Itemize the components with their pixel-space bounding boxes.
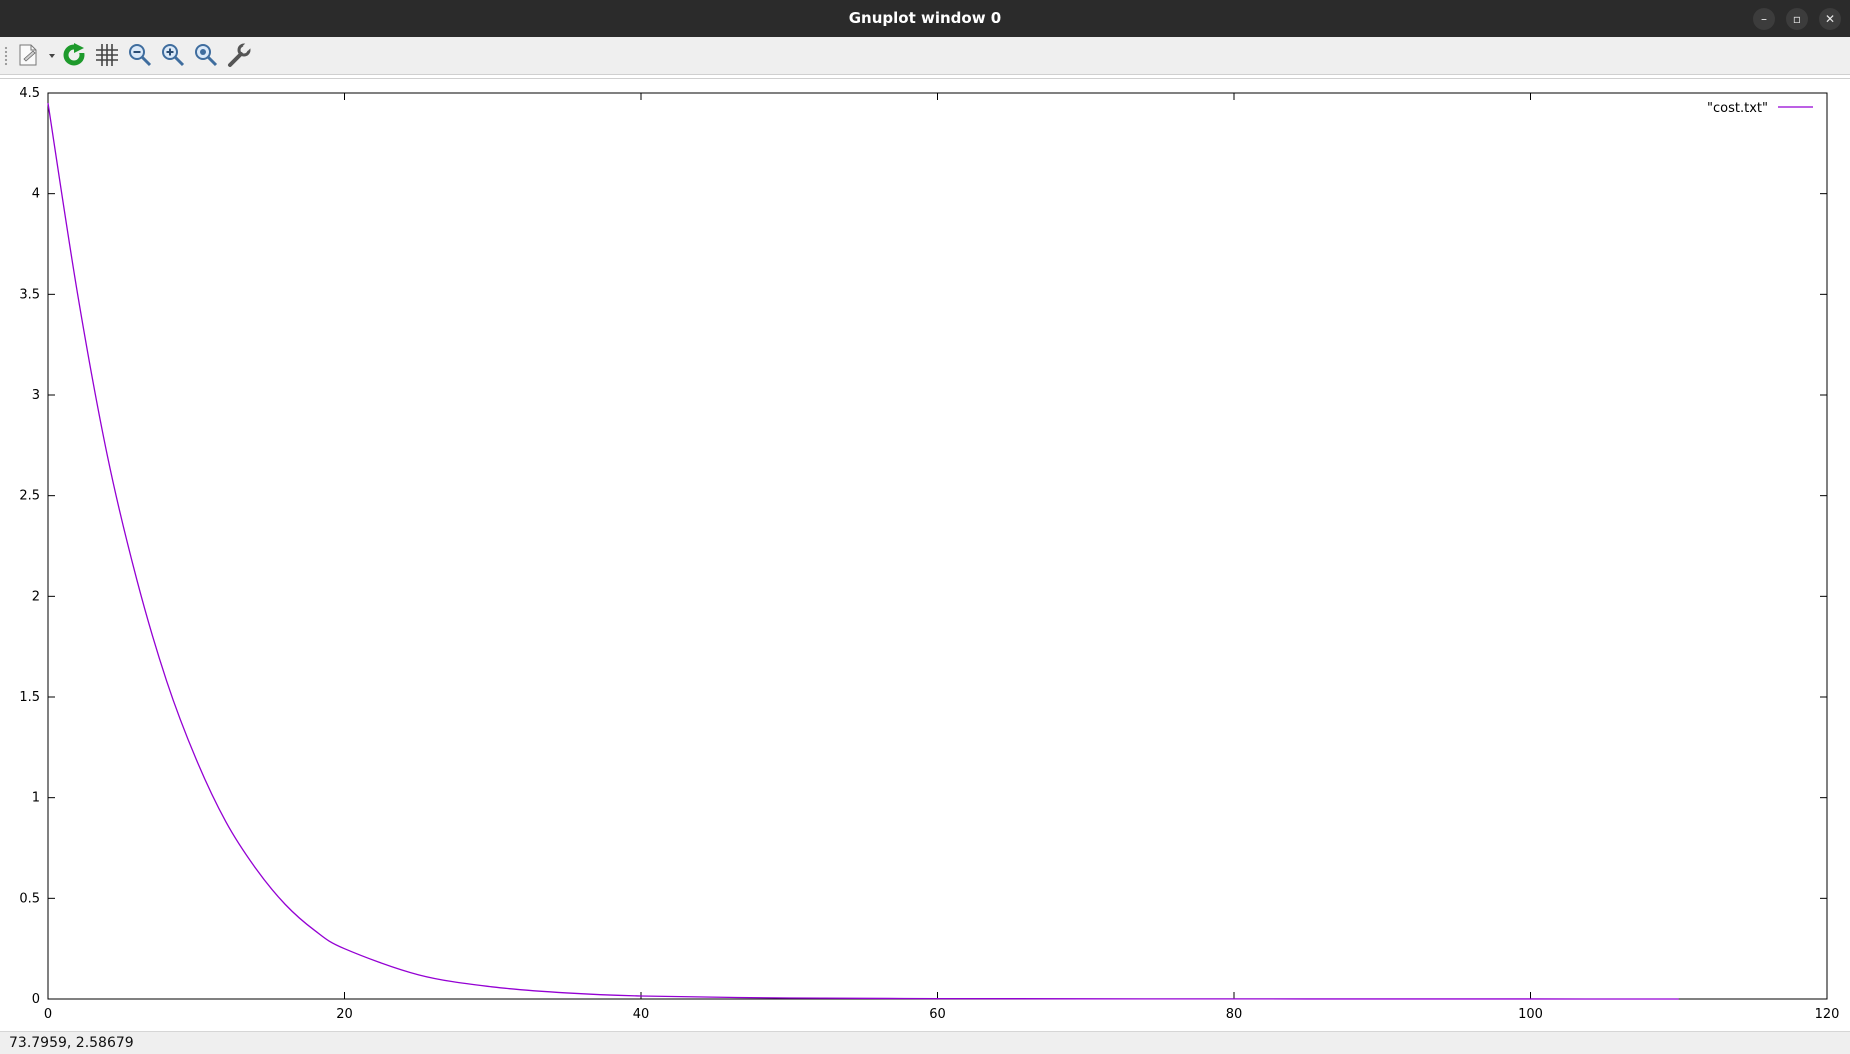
- x-tick-label: 60: [929, 1007, 946, 1022]
- x-tick-label: 120: [1815, 1007, 1840, 1022]
- close-button[interactable]: ✕: [1819, 8, 1841, 30]
- y-tick-label: 4: [32, 187, 40, 202]
- toolbar-grip: [4, 46, 8, 66]
- copy-export-icon: [19, 44, 55, 66]
- y-tick-label: 4.5: [19, 86, 40, 101]
- series-line-0: [47, 102, 1679, 1000]
- status-bar: 73.7959, 2.58679: [0, 1031, 1850, 1054]
- series-group: [47, 102, 1679, 1000]
- legend: "cost.txt": [1707, 101, 1813, 116]
- coordinate-readout: 73.7959, 2.58679: [9, 1035, 134, 1051]
- grid-button[interactable]: [92, 41, 122, 69]
- copy-export-button[interactable]: [14, 41, 56, 69]
- title-bar: Gnuplot window 0 – ▫ ✕: [0, 0, 1850, 37]
- settings-wrench-icon: [228, 42, 252, 67]
- toolbar: [0, 37, 1850, 75]
- zoom-previous-button[interactable]: [125, 41, 155, 69]
- autoscale-icon: [195, 44, 218, 67]
- settings-button[interactable]: [224, 41, 254, 69]
- y-tick-label: 1.5: [19, 690, 40, 705]
- y-tick-label: 1: [32, 791, 40, 806]
- legend-label: "cost.txt": [1707, 101, 1768, 116]
- plot-border: [47, 92, 1828, 1000]
- window-title: Gnuplot window 0: [848, 9, 1002, 27]
- y-tick-label: 2: [32, 589, 40, 604]
- y-tick-label: 3: [32, 388, 40, 403]
- x-tick-label: 100: [1518, 1007, 1543, 1022]
- x-tick-label: 0: [44, 1007, 52, 1022]
- x-tick-label: 80: [1226, 1007, 1243, 1022]
- y-tick-label: 0: [32, 992, 40, 1007]
- y-tick-label: 2.5: [19, 489, 40, 504]
- y-tick-label: 3.5: [19, 287, 40, 302]
- x-tick-label: 20: [336, 1007, 353, 1022]
- x-axis: 0 20 40 60 80 100 120: [44, 93, 1840, 1022]
- minimize-button[interactable]: –: [1753, 8, 1775, 30]
- y-axis: 0 0.5 1 1.5 2 2.5 3 3.5 4 4.5: [19, 86, 1827, 1007]
- zoom-next-button[interactable]: [158, 41, 188, 69]
- autoscale-button[interactable]: [191, 41, 221, 69]
- y-tick-label: 0.5: [19, 891, 40, 906]
- replot-icon: [63, 43, 85, 66]
- zoom-next-icon: [162, 44, 185, 67]
- line-chart: 0 20 40 60 80 100 120 0 0.5 1 1.5 2 2.5 3 3.5 4 4.5 "co…: [19, 86, 1840, 1022]
- plot-area[interactable]: 0 20 40 60 80 100 120 0 0.5 1 1.5 2 2.5 3 3.5 4 4.5 "co…: [0, 78, 1850, 1032]
- grid-icon: [96, 44, 118, 66]
- zoom-previous-icon: [129, 44, 152, 67]
- replot-button[interactable]: [59, 41, 89, 69]
- x-tick-label: 40: [633, 1007, 650, 1022]
- restore-button[interactable]: ▫: [1786, 8, 1808, 30]
